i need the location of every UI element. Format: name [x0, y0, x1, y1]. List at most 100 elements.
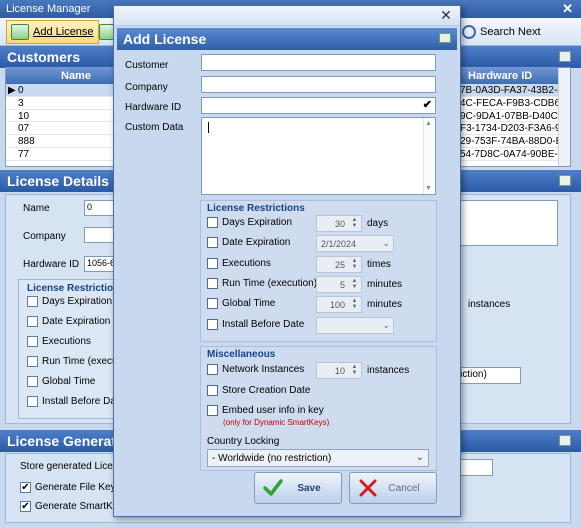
chevron-down-icon[interactable]: ⌄: [416, 452, 424, 463]
search-next-label: Search Next: [480, 26, 541, 38]
row-hardware-id-cell: 4C-FECA-F9B3-CDB6-85: [460, 97, 571, 109]
custom-data-scrollbar[interactable]: ▲ ▼: [423, 118, 435, 194]
country-locking-select[interactable]: - Worldwide (no restriction) ⌄: [207, 449, 429, 467]
hardware-id-input[interactable]: ✔: [201, 97, 436, 114]
license-details-header-icon: [559, 175, 571, 186]
save-button[interactable]: Save: [254, 472, 342, 504]
column-header-hardware-id[interactable]: Hardware ID: [468, 70, 532, 82]
details-restriction-checkbox[interactable]: Run Time (executi: [27, 356, 123, 367]
embed-user-info-checkbox[interactable]: Embed user info in key: [207, 405, 324, 416]
row-name-cell: 07: [18, 123, 30, 135]
company-input[interactable]: [201, 76, 436, 93]
add-license-toolbar-button[interactable]: Add License: [6, 20, 99, 44]
network-instances-spinner[interactable]: 10 ▲ ▼: [316, 362, 362, 379]
customers-header-icon: [559, 51, 571, 62]
custom-data-textarea[interactable]: ▲ ▼: [201, 117, 436, 195]
row-hardware-id-cell: 9C-9DA1-07BB-D40C-BA: [460, 110, 571, 122]
checkbox-icon: [27, 316, 38, 327]
details-restriction-label: Run Time (executi: [42, 356, 123, 367]
days-expiration-checkbox[interactable]: Days Expiration: [207, 217, 292, 228]
details-restrictions-title: License Restriction: [27, 283, 120, 294]
checkbox-icon: [27, 396, 38, 407]
checkbox-icon: [27, 376, 38, 387]
network-instances-unit: instances: [367, 365, 410, 376]
window-close-icon[interactable]: ✕: [562, 1, 573, 17]
grid-scrollbar[interactable]: [558, 68, 570, 166]
checkbox-icon: [207, 298, 218, 309]
store-license-field[interactable]: [458, 459, 493, 476]
scroll-up-icon[interactable]: ▲: [425, 120, 432, 127]
spinner-arrows-icon[interactable]: ▲ ▼: [349, 258, 360, 271]
dialog-title: Add License: [123, 31, 207, 47]
embed-user-info-note: (only for Dynamic SmartKeys): [223, 418, 330, 427]
executions-spinner[interactable]: 25 ▲ ▼: [316, 256, 362, 273]
embed-user-info-label: Embed user info in key: [222, 405, 324, 416]
search-next-button[interactable]: Search Next: [458, 20, 545, 44]
global-time-spinner[interactable]: 100 ▲ ▼: [316, 296, 362, 313]
add-license-dialog: ✕ Add License Customer Company Hardware …: [113, 5, 461, 517]
row-hardware-id-cell: 7B-0A3D-FA37-43B2-8B: [460, 85, 570, 96]
details-restriction-checkbox[interactable]: Install Before Date: [27, 396, 124, 407]
miscellaneous-title: Miscellaneous: [207, 349, 276, 360]
spinner-arrows-icon[interactable]: ▲ ▼: [349, 298, 360, 311]
details-restrictions-group: License Restriction Days Expiration Date …: [18, 279, 126, 419]
row-name-cell: 0: [18, 85, 24, 96]
store-creation-date-label: Store Creation Date: [222, 385, 311, 396]
details-custom-data-field[interactable]: [446, 200, 558, 246]
run-time-checkbox[interactable]: Run Time (execution): [207, 278, 317, 289]
details-restriction-checkbox[interactable]: Date Expiration: [27, 316, 110, 327]
row-hardware-id-cell: 29-753F-74BA-88D0-E1: [460, 136, 568, 148]
chevron-down-icon[interactable]: ⌄: [382, 320, 390, 331]
days-expiration-value: 30: [334, 219, 345, 229]
license-generation-header-icon: [559, 435, 571, 446]
details-company-label: Company: [23, 231, 66, 242]
spinner-arrows-icon[interactable]: ▲ ▼: [349, 278, 360, 291]
generate-smartkey-checkbox[interactable]: ✔ Generate SmartKey: [20, 501, 123, 512]
details-restriction-label: Install Before Date: [42, 396, 125, 407]
column-header-name[interactable]: Name: [61, 70, 91, 82]
days-expiration-spinner[interactable]: 30 ▲ ▼: [316, 215, 362, 232]
install-before-date-checkbox[interactable]: Install Before Date: [207, 319, 304, 330]
checkbox-icon: [207, 405, 218, 416]
checkbox-icon: [207, 237, 218, 248]
details-restriction-checkbox[interactable]: Days Expiration: [27, 296, 112, 307]
date-expiration-picker[interactable]: 2/1/2024 ⌄: [316, 235, 394, 252]
generate-file-key-label: Generate File Key: [35, 482, 116, 493]
hardware-id-check-icon[interactable]: ✔: [423, 98, 432, 111]
hardware-id-label: Hardware ID: [125, 102, 182, 113]
details-hardware-id-label: Hardware ID: [23, 259, 80, 270]
checkbox-icon: [27, 296, 38, 307]
checkbox-icon: [207, 364, 218, 375]
customer-input[interactable]: [201, 54, 436, 71]
spinner-arrows-icon[interactable]: ▲ ▼: [349, 217, 360, 230]
dialog-close-icon[interactable]: ✕: [438, 7, 454, 23]
global-time-value: 100: [329, 300, 345, 310]
details-restriction-checkbox[interactable]: Global Time: [27, 376, 95, 387]
scroll-down-icon[interactable]: ▼: [425, 185, 432, 192]
row-name-cell: 888: [18, 136, 35, 148]
global-time-checkbox[interactable]: Global Time: [207, 298, 275, 309]
install-before-date-picker[interactable]: ⌄: [316, 317, 394, 334]
license-restrictions-group: License Restrictions Days Expiration 30 …: [200, 200, 437, 342]
checkbox-icon: [207, 258, 218, 269]
executions-checkbox[interactable]: Executions: [207, 258, 271, 269]
network-instances-checkbox[interactable]: Network Instances: [207, 364, 304, 375]
row-name-cell: 10: [18, 110, 30, 122]
run-time-spinner[interactable]: 5 ▲ ▼: [316, 276, 362, 293]
run-time-value: 5: [339, 280, 345, 290]
chevron-down-icon[interactable]: ⌄: [382, 238, 390, 249]
save-label: Save: [297, 482, 321, 494]
details-restriction-checkbox[interactable]: Executions: [27, 336, 91, 347]
license-restrictions-title: License Restrictions: [207, 203, 305, 214]
cancel-button[interactable]: Cancel: [349, 472, 437, 504]
executions-label: Executions: [222, 258, 271, 269]
spinner-arrows-icon[interactable]: ▲ ▼: [349, 364, 360, 377]
store-creation-date-checkbox[interactable]: Store Creation Date: [207, 385, 310, 396]
date-expiration-checkbox[interactable]: Date Expiration: [207, 237, 290, 248]
cancel-x-icon: [359, 479, 377, 497]
generate-file-key-checkbox[interactable]: ✔ Generate File Key: [20, 482, 116, 493]
search-next-icon: [462, 25, 476, 39]
dialog-topbar: ✕: [114, 6, 460, 26]
row-name-cell: 77: [18, 148, 30, 160]
details-restriction-label: Date Expiration: [42, 316, 111, 327]
